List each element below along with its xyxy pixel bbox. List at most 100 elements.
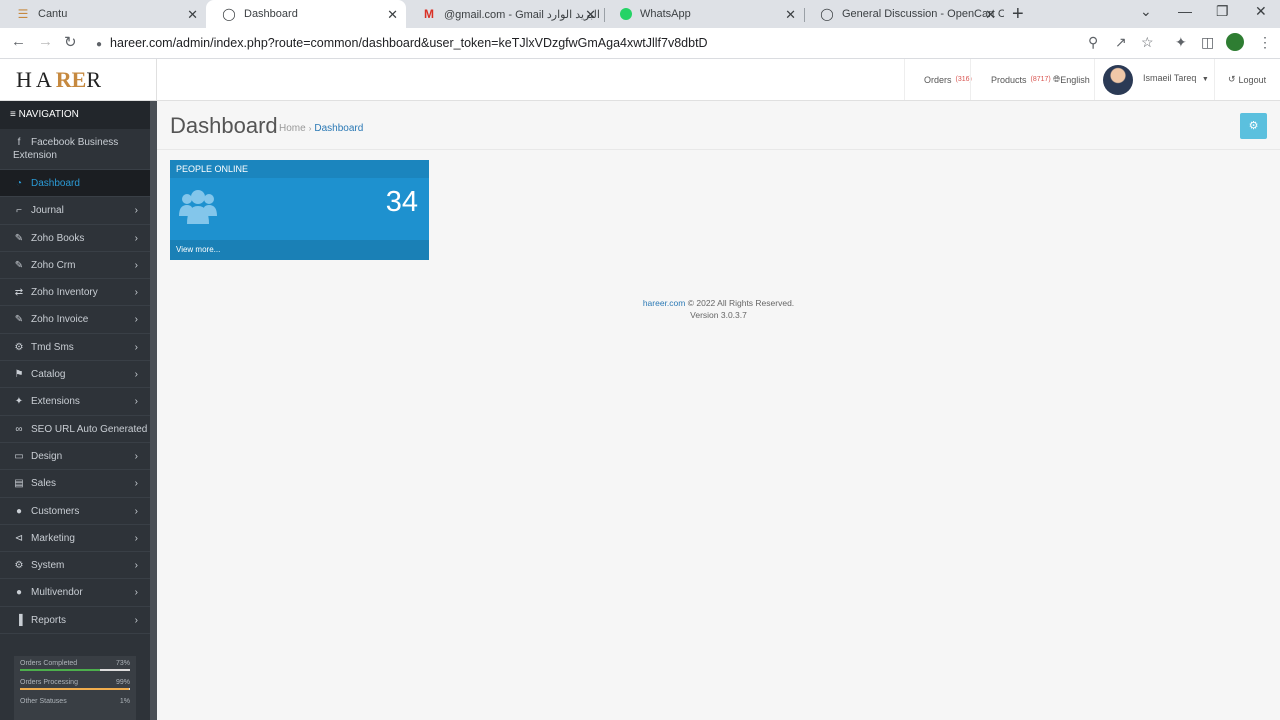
tile-heading: PEOPLE ONLINE	[170, 160, 429, 178]
brush-icon: ✎	[14, 314, 24, 326]
window-close-icon[interactable]: ✕	[1255, 3, 1267, 20]
footer-version: Version 3.0.3.7	[690, 310, 747, 320]
chevron-right-icon: ›	[134, 560, 138, 572]
logo[interactable]: HARER	[16, 67, 105, 93]
orders-label: Orders	[924, 74, 952, 85]
language-selector[interactable]: 🌐︎ English	[1053, 59, 1090, 100]
sidebar-item-marketing[interactable]: ⊲ Marketing ›	[0, 525, 150, 553]
breadcrumb-current[interactable]: Dashboard	[314, 123, 363, 134]
sidebar-item-zoho-books[interactable]: ✎ Zoho Books ›	[0, 225, 150, 252]
reload-icon[interactable]: ↻	[64, 33, 77, 51]
language-label: English	[1060, 74, 1090, 85]
close-icon[interactable]: ✕	[187, 7, 198, 23]
sidebar-item-catalog[interactable]: ⚑ Catalog ›	[0, 361, 150, 389]
side-panel-icon[interactable]: ◫	[1201, 34, 1214, 51]
gear-icon: ⚙	[1248, 120, 1259, 132]
sidebar-item-zoho-crm[interactable]: ✎ Zoho Crm ›	[0, 252, 150, 280]
profile-avatar[interactable]	[1226, 33, 1244, 51]
people-online-count: 34	[385, 186, 418, 218]
sidebar-item-label: Zoho Crm	[31, 259, 76, 271]
sidebar-item-design[interactable]: ▭ Design ›	[0, 443, 150, 471]
sidebar-item-journal[interactable]: ⌐ Journal ›	[0, 197, 150, 225]
products-link[interactable]: Products (8717)	[991, 59, 1051, 100]
user-menu[interactable]: Ismaeil Tareq ▼	[1143, 73, 1209, 83]
facebook-icon: f	[17, 137, 21, 148]
menu-icon[interactable]: ⋮	[1258, 34, 1272, 51]
logout-link[interactable]: ↺ Logout	[1228, 59, 1266, 100]
user-icon: ●	[15, 505, 23, 517]
sidebar-item-label: Sales	[31, 478, 57, 490]
minimize-icon[interactable]: —	[1178, 3, 1192, 19]
sidebar-scrollbar[interactable]	[150, 101, 157, 720]
tab-opencart[interactable]: ◯ General Discussion - OpenCart C ✕	[804, 0, 1004, 28]
settings-button[interactable]: ⚙	[1240, 113, 1267, 139]
stat-row: Orders Completed 73%	[20, 660, 130, 667]
page-title: Dashboard	[170, 113, 278, 138]
sidebar-item-label: SEO URL Auto Generated	[31, 423, 148, 435]
sidebar-item-dashboard[interactable]: ◔ Dashboard	[0, 170, 150, 198]
restore-icon[interactable]: ❐	[1216, 3, 1229, 20]
stat-row: Other Statuses 1%	[20, 698, 130, 705]
users-icon	[179, 188, 217, 233]
tab-whatsapp[interactable]: WhatsApp ✕	[604, 0, 804, 28]
sidebar-item-sales[interactable]: ▤ Sales ›	[0, 470, 150, 498]
sidebar-item-label: Journal	[31, 205, 64, 217]
avatar[interactable]	[1103, 65, 1133, 95]
tab-dashboard[interactable]: ◯ Dashboard ✕	[206, 0, 406, 28]
tab-gmail[interactable]: M ‎@gmail.com - Gmail البريد الوارد ✕	[406, 0, 604, 28]
breadcrumb-separator: ›	[308, 124, 312, 133]
extensions-icon[interactable]: ✦	[1175, 34, 1187, 51]
sidebar-item-extensions[interactable]: ✦ Extensions ›	[0, 388, 150, 416]
journal-icon: ⌐	[16, 205, 22, 217]
main-content: Dashboard Home › Dashboard ⚙ PEOPLE ONLINE…	[157, 101, 1280, 720]
star-icon[interactable]: ☆	[1141, 34, 1154, 51]
back-icon[interactable]: ←	[11, 33, 26, 50]
share-icon[interactable]: ↗	[1115, 34, 1127, 51]
sidebar-item-system[interactable]: ⚙ System ›	[0, 552, 150, 580]
gear-icon: ⚙	[14, 560, 24, 572]
stat-progress-fill	[20, 669, 101, 671]
share-icon: ⊲	[14, 532, 24, 544]
chevron-right-icon: ›	[134, 450, 138, 462]
link-icon: ∞	[15, 423, 23, 435]
sidebar-item-label: Facebook Business Extension	[13, 137, 119, 161]
divider	[1094, 59, 1095, 100]
forward-icon[interactable]: →	[38, 33, 53, 50]
lock-icon: ●	[96, 39, 103, 50]
stat-value: 1%	[119, 698, 130, 705]
sidebar-item-tmd-sms[interactable]: ⚙ Tmd Sms ›	[0, 334, 150, 362]
footer-rights: © 2022 All Rights Reserved.	[687, 298, 795, 308]
address-bar[interactable]: ● hareer.com/admin/index.php?route=common…	[96, 36, 708, 50]
close-icon[interactable]: ✕	[387, 7, 398, 23]
sidebar-item-label: Tmd Sms	[31, 341, 74, 353]
new-tab-icon[interactable]: +	[1012, 3, 1024, 26]
close-icon[interactable]: ✕	[785, 7, 796, 23]
sidebar-item-zoho-inventory[interactable]: ⇄ Zoho Inventory ›	[0, 279, 150, 307]
close-icon[interactable]: ✕	[985, 7, 996, 23]
sidebar-item-reports[interactable]: ▐ Reports ›	[0, 607, 150, 635]
close-icon[interactable]: ✕	[585, 7, 596, 23]
globe-icon: 🌐︎	[1053, 74, 1061, 84]
tab-title: General Discussion - OpenCart C	[842, 8, 1004, 20]
tab-title: ‎@gmail.com - Gmail البريد الوارد	[444, 8, 600, 21]
caret-down-icon: ▼	[1201, 76, 1209, 83]
zoom-icon[interactable]: ⚲	[1088, 34, 1098, 51]
sidebar-item-zoho-invoice[interactable]: ✎ Zoho Invoice ›	[0, 306, 150, 334]
sidebar-item-customers[interactable]: ● Customers ›	[0, 498, 150, 525]
footer-link[interactable]: hareer.com	[643, 298, 686, 308]
tab-cantu[interactable]: ☰ Cantu ✕	[0, 0, 206, 28]
sidebar-item-seo-url-auto-generated[interactable]: ∞ SEO URL Auto Generated	[0, 416, 150, 443]
breadcrumb-home[interactable]: Home	[279, 123, 306, 134]
logo-mark: RE	[55, 67, 87, 92]
view-more-link[interactable]: View more...	[170, 240, 429, 260]
chevron-right-icon: ›	[134, 505, 138, 517]
orders-link[interactable]: Orders (316)	[924, 59, 972, 100]
sidebar-item-facebook-business-extension[interactable]: f Facebook Business Extension	[0, 129, 150, 170]
nav-heading[interactable]: ≡ NAVIGATION	[0, 101, 150, 129]
stats-list: Orders Completed 73% Orders Processing 99% O…	[20, 660, 130, 705]
logout-label: Logout	[1238, 74, 1267, 85]
tab-search-icon[interactable]: ⌄	[1140, 3, 1152, 20]
sidebar-item-multivendor[interactable]: ● Multivendor ›	[0, 579, 150, 607]
sidebar-item-label: Catalog	[31, 369, 66, 381]
chevron-right-icon: ›	[134, 614, 138, 626]
